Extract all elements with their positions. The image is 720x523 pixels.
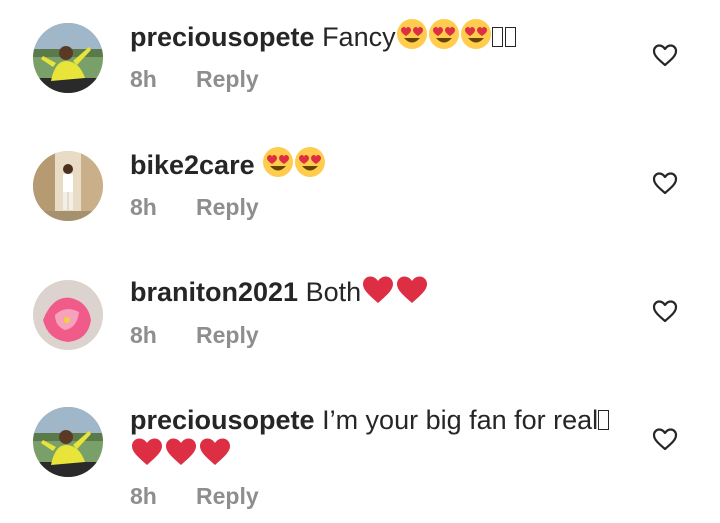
comment-username[interactable]: bike2care: [130, 150, 255, 180]
missing-glyph: [504, 27, 516, 47]
like-button[interactable]: [652, 171, 678, 195]
missing-glyph: [598, 410, 610, 430]
comment-text-line: bike2care: [130, 146, 326, 182]
comment-username[interactable]: braniton2021: [130, 277, 298, 307]
heart-outline-icon: [652, 428, 678, 451]
comment-timestamp: 8h: [130, 66, 157, 92]
missing-glyph: [491, 27, 503, 47]
avatar[interactable]: [33, 151, 103, 221]
like-button[interactable]: [652, 43, 678, 67]
comment-meta: 8h Reply: [130, 321, 259, 349]
like-button[interactable]: [652, 299, 678, 323]
comment-timestamp: 8h: [130, 483, 157, 509]
like-button[interactable]: [652, 427, 678, 451]
red-heart-emoji: [198, 437, 232, 467]
comment-body: Fancy: [322, 22, 396, 52]
comment-meta: 8h Reply: [130, 482, 259, 510]
heart-eyes-emoji: [262, 146, 294, 178]
heart-eyes-emoji: [428, 18, 460, 50]
red-heart-emoji: [164, 437, 198, 467]
heart-outline-icon: [652, 300, 678, 323]
reply-button[interactable]: Reply: [196, 322, 259, 348]
avatar[interactable]: [33, 407, 103, 477]
comment-text-line: braniton2021 Both: [130, 275, 429, 309]
comment-username[interactable]: preciousopete: [130, 405, 315, 435]
avatar[interactable]: [33, 280, 103, 350]
comment-text-line: preciousopete I’m your big fan for real: [130, 403, 611, 437]
red-heart-emoji: [361, 275, 395, 305]
comment-text-line: preciousopete Fancy: [130, 18, 518, 54]
heart-eyes-emoji: [396, 18, 428, 50]
heart-eyes-emoji: [460, 18, 492, 50]
heart-outline-icon: [652, 44, 678, 67]
red-heart-emoji: [130, 437, 164, 467]
heart-outline-icon: [652, 172, 678, 195]
comment-timestamp: 8h: [130, 322, 157, 348]
comment-body: Both: [305, 277, 362, 307]
avatar[interactable]: [33, 23, 103, 93]
comment-text-line-2: [130, 437, 232, 471]
comment-body: I’m your big fan for real: [322, 405, 599, 435]
red-heart-emoji: [395, 275, 429, 305]
comment-username[interactable]: preciousopete: [130, 22, 315, 52]
comment-timestamp: 8h: [130, 194, 157, 220]
reply-button[interactable]: Reply: [196, 483, 259, 509]
reply-button[interactable]: Reply: [196, 194, 259, 220]
comment-meta: 8h Reply: [130, 65, 259, 93]
comment-meta: 8h Reply: [130, 193, 259, 221]
reply-button[interactable]: Reply: [196, 66, 259, 92]
heart-eyes-emoji: [294, 146, 326, 178]
